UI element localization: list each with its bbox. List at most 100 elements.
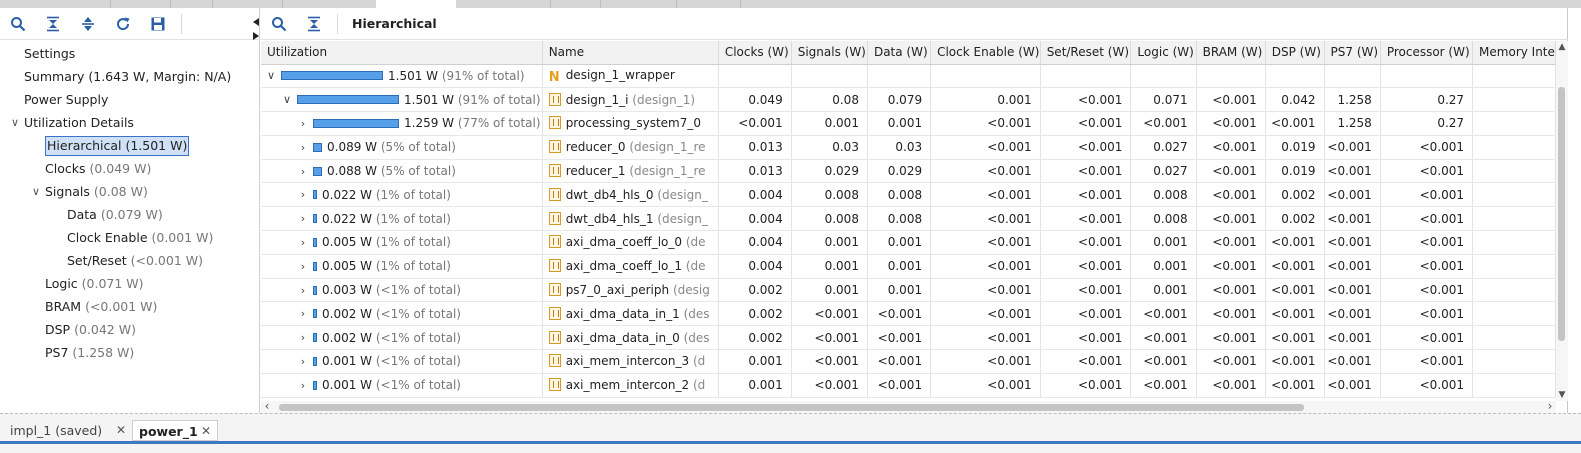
chevron-right-icon[interactable]: › (297, 355, 309, 368)
table-row[interactable]: › 0.022 W (1% of total) dwt_db4_hls_1 (des… (261, 206, 1556, 232)
chevron-down-icon[interactable]: ∨ (281, 93, 293, 106)
power-cell: 0.001 (791, 230, 868, 255)
chevron-right-icon[interactable]: › (297, 379, 309, 392)
utilization-bar (313, 309, 317, 319)
power-cell (1472, 325, 1556, 351)
column-header[interactable]: Name (542, 41, 719, 65)
table-row[interactable]: › 0.001 W (<1% of total) axi_mem_intercon_… (261, 373, 1556, 398)
chevron-down-icon[interactable]: ∨ (9, 111, 21, 134)
tab-impl-1[interactable]: impl_1 (saved) ✕ (0, 420, 132, 441)
power-cell: <0.001 (930, 325, 1041, 351)
column-header[interactable]: DSP (W) (1265, 41, 1325, 65)
chevron-right-icon[interactable]: › (297, 117, 309, 130)
table-row[interactable]: › 0.089 W (5% of total) reducer_0 (design_… (261, 135, 1556, 160)
tree-item-signals[interactable]: ∨ Signals (0.08 W) (0, 180, 259, 203)
table-row[interactable]: › 0.005 W (1% of total) axi_dma_coeff_lo_1… (261, 254, 1556, 279)
tree-item-value: (1.258 W) (72, 345, 135, 360)
table-row[interactable]: › 1.259 W (77% of total) processing_system… (261, 111, 1556, 136)
chevron-right-icon[interactable]: › (297, 260, 309, 273)
utilization-cell: ∨ 1.501 W (91% of total) (261, 87, 543, 113)
table-row[interactable]: › 0.022 W (1% of total) dwt_db4_hls_0 (des… (261, 182, 1556, 208)
chevron-right-icon[interactable]: › (297, 331, 309, 344)
chevron-right-icon[interactable]: › (297, 212, 309, 225)
vertical-scrollbar[interactable]: ▲ ▼ (1556, 41, 1568, 401)
scroll-left-icon[interactable]: ‹ (261, 400, 273, 413)
table-row[interactable]: › 0.005 W (1% of total) axi_dma_coeff_lo_0… (261, 230, 1556, 255)
column-header[interactable]: Processor (W) (1380, 41, 1474, 65)
tree-item-label: Summary (1.643 W, Margin: N/A) (24, 69, 232, 84)
table-row[interactable]: ∨ 1.501 W (91% of total) design_1_i (desig… (261, 87, 1556, 113)
refresh-icon[interactable] (111, 12, 135, 36)
table-row[interactable]: › 0.002 W (<1% of total) axi_dma_data_in_0… (261, 325, 1556, 351)
search-icon[interactable] (6, 12, 30, 36)
power-cell: 1.258 (1324, 111, 1381, 136)
tree-item-bram[interactable]: BRAM (<0.001 W) (0, 295, 259, 318)
column-header[interactable]: BRAM (W) (1196, 41, 1266, 65)
column-header[interactable]: Data (W) (867, 41, 932, 65)
tree-item-settings[interactable]: Settings (0, 42, 259, 65)
column-header[interactable]: Logic (W) (1130, 41, 1197, 65)
chevron-right-icon[interactable]: › (297, 236, 309, 249)
tree-item-power-supply[interactable]: Power Supply (0, 88, 259, 111)
utilization-bar (313, 333, 317, 343)
collapse-all-icon[interactable] (302, 12, 326, 36)
tree-item-data[interactable]: Data (0.079 W) (0, 203, 259, 226)
scroll-down-icon[interactable]: ▼ (1556, 389, 1568, 401)
table-row[interactable]: › 0.002 W (<1% of total) axi_dma_data_in_1… (261, 301, 1556, 327)
column-header[interactable]: Memory Inte (1472, 41, 1556, 65)
scroll-up-icon[interactable]: ▲ (1556, 41, 1568, 53)
horizontal-scroll-thumb[interactable] (279, 404, 1304, 411)
column-header[interactable]: PS7 (W) (1324, 41, 1381, 65)
tree-item-summary[interactable]: Summary (1.643 W, Margin: N/A) (0, 65, 259, 88)
power-value: 0.001 W (322, 354, 373, 369)
table-row[interactable]: › 0.003 W (<1% of total) ps7_0_axi_periph … (261, 278, 1556, 303)
active-top-tab[interactable] (376, 0, 456, 8)
table-row[interactable]: › 0.088 W (5% of total) reducer_1 (design_… (261, 159, 1556, 184)
pane-collapse-handle[interactable] (253, 18, 259, 40)
column-header[interactable]: Signals (W) (791, 41, 868, 65)
collapse-all-icon[interactable] (41, 12, 65, 36)
tree-item-set-reset[interactable]: Set/Reset (<0.001 W) (0, 249, 259, 272)
scroll-right-icon[interactable]: › (1544, 400, 1556, 413)
column-header[interactable]: Set/Reset (W) (1040, 41, 1132, 65)
table-row[interactable]: ∨ 1.501 W (91% of total) Ndesign_1_wrapper (261, 64, 1556, 89)
horizontal-scrollbar[interactable]: ‹ › (261, 400, 1556, 413)
power-table-viewport: Utilization Name Clocks (W) Signals (W) Data… (261, 41, 1556, 401)
power-cell (1324, 64, 1381, 89)
utilization-bar (313, 261, 317, 271)
expand-all-icon[interactable] (76, 12, 100, 36)
chevron-down-icon[interactable]: ∨ (265, 69, 277, 82)
chevron-right-icon[interactable]: › (297, 141, 309, 154)
vertical-scroll-thumb[interactable] (1558, 87, 1565, 341)
cell-instance-icon (548, 211, 561, 225)
power-cell: 0.008 (791, 182, 868, 208)
close-icon[interactable]: ✕ (116, 420, 126, 441)
power-cell (1130, 64, 1197, 89)
search-icon[interactable] (267, 12, 291, 36)
power-cell: 0.001 (791, 278, 868, 303)
column-header[interactable]: Clock Enable (W) (930, 41, 1041, 65)
table-row[interactable]: › 0.001 W (<1% of total) axi_mem_intercon_… (261, 349, 1556, 374)
chevron-right-icon[interactable]: › (297, 307, 309, 320)
tree-item-clocks[interactable]: Clocks (0.049 W) (0, 157, 259, 180)
tree-item-clock-enable[interactable]: Clock Enable (0.001 W) (0, 226, 259, 249)
tab-power-1[interactable]: power_1 ✕ (132, 420, 218, 441)
chevron-right-icon[interactable]: › (297, 165, 309, 178)
chevron-right-icon[interactable]: › (297, 284, 309, 297)
tree-item-dsp[interactable]: DSP (0.042 W) (0, 318, 259, 341)
close-icon[interactable]: ✕ (201, 421, 211, 442)
instance-name: design_1_i (565, 92, 629, 107)
column-header[interactable]: Clocks (W) (718, 41, 792, 65)
tree-item-logic[interactable]: Logic (0.071 W) (0, 272, 259, 295)
chevron-right-icon[interactable]: › (297, 188, 309, 201)
utilization-cell: › 0.002 W (<1% of total) (261, 325, 543, 351)
power-cell: <0.001 (1040, 135, 1132, 160)
tab-divider (282, 0, 283, 8)
tree-item-hierarchical[interactable]: Hierarchical (1.501 W) (0, 134, 259, 157)
tree-item-ps7[interactable]: PS7 (1.258 W) (0, 341, 259, 364)
column-header[interactable]: Utilization (261, 41, 543, 65)
tree-item-utilization-details[interactable]: ∨ Utilization Details (0, 111, 259, 134)
save-icon[interactable] (146, 12, 170, 36)
chevron-down-icon[interactable]: ∨ (30, 180, 42, 203)
power-cell: <0.001 (1324, 325, 1381, 351)
